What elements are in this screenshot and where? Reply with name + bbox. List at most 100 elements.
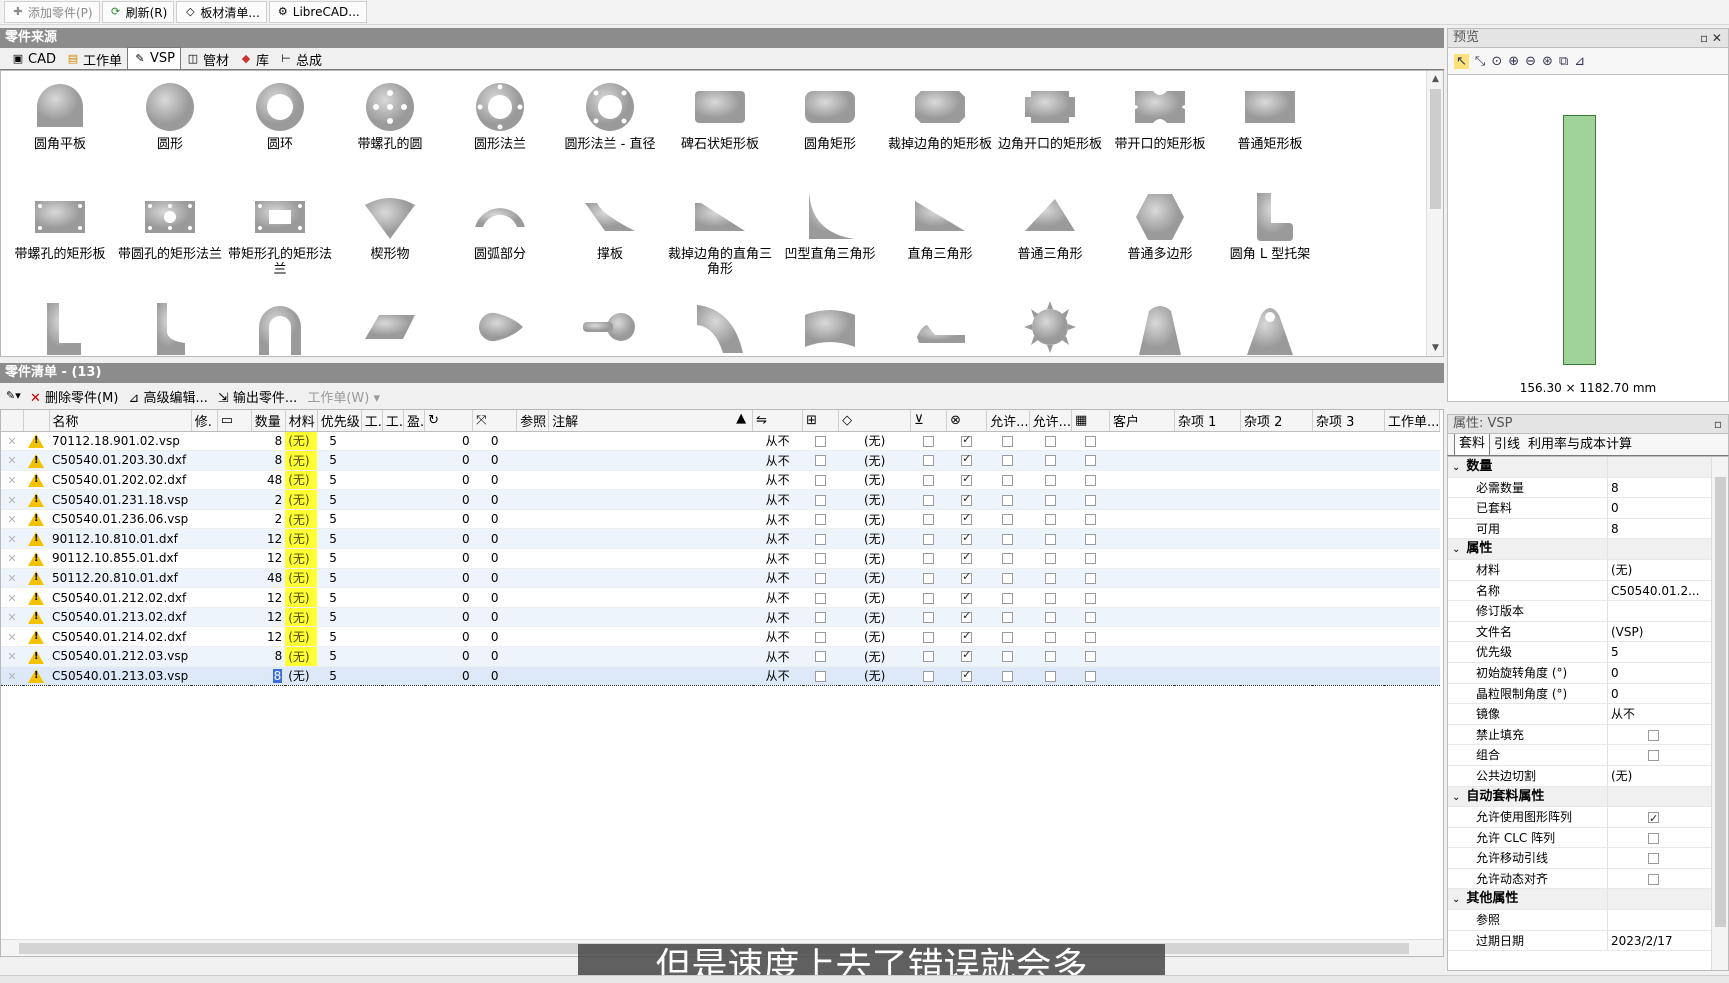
property-row[interactable]: 允许 CLC 阵列 (1448, 827, 1728, 849)
rotation-cell[interactable]: 0 (424, 470, 473, 491)
remove-icon[interactable]: ✕ (7, 592, 16, 605)
qty-cell[interactable]: 48 (251, 568, 286, 589)
mirror-cell[interactable]: 从不 (752, 528, 803, 550)
tab-library[interactable]: ◆ 库 (234, 49, 274, 69)
worksheet-cell[interactable] (1384, 470, 1440, 491)
checkbox[interactable] (815, 572, 827, 584)
checkbox[interactable] (923, 670, 935, 682)
shape-l-curved[interactable] (115, 297, 225, 356)
layer-cell[interactable]: (无) (838, 489, 911, 510)
mirror-cell[interactable]: 从不 (752, 548, 803, 569)
remove-icon[interactable]: ✕ (7, 572, 16, 585)
rotation-cell[interactable]: 0 (424, 489, 473, 510)
checkbox[interactable] (1648, 750, 1659, 762)
t1-cell[interactable] (361, 450, 383, 471)
dim-cell[interactable] (217, 607, 252, 628)
property-scrollbar[interactable] (1711, 457, 1728, 970)
allow2-cell[interactable] (1029, 450, 1072, 471)
t1-cell[interactable] (361, 528, 383, 550)
ref-cell[interactable] (516, 665, 549, 687)
name-cell[interactable]: 90112.10.810.01.dxf (49, 528, 192, 550)
mirror-cell[interactable]: 从不 (752, 470, 803, 491)
checkbox[interactable] (1084, 435, 1096, 447)
checkbox[interactable] (923, 514, 935, 526)
allow1-cell[interactable] (986, 587, 1030, 608)
rotation-cell[interactable]: 0 (424, 646, 473, 667)
qty-cell[interactable]: 2 (251, 489, 286, 510)
col-note[interactable]: 注解 ▲ (548, 410, 754, 432)
combine-cell[interactable] (910, 568, 947, 589)
checkbox[interactable] (923, 474, 935, 486)
checkbox[interactable] (961, 452, 973, 467)
allow2-cell[interactable] (1029, 489, 1072, 510)
rotation-cell[interactable]: 0 (424, 548, 473, 569)
layer-cell[interactable]: (无) (838, 548, 911, 569)
property-row[interactable]: 允许使用图形阵列 (1448, 807, 1728, 828)
tab-leadin[interactable]: 引线 (1490, 435, 1524, 455)
t2-cell[interactable] (382, 528, 404, 550)
add-part-button[interactable]: ✚ 添加零件(P) (4, 1, 100, 23)
rev-cell[interactable] (191, 470, 218, 491)
col-misc2[interactable]: 杂项 2 (1240, 410, 1313, 432)
qty-cell[interactable]: 2 (251, 509, 286, 530)
t3-cell[interactable] (403, 431, 425, 452)
checkbox[interactable] (923, 494, 935, 506)
checkbox[interactable] (1002, 612, 1014, 624)
worksheet-cell[interactable] (1384, 665, 1440, 687)
allow2-cell[interactable] (1029, 607, 1072, 628)
note-cell[interactable] (548, 587, 753, 608)
rev-cell[interactable] (191, 450, 218, 471)
property-row[interactable]: 修订版本 (1448, 601, 1728, 622)
material-cell[interactable]: (无) (285, 665, 318, 687)
shape-sprocket[interactable] (995, 297, 1105, 356)
misc2-cell[interactable] (1240, 509, 1313, 530)
note-cell[interactable] (548, 509, 753, 530)
shape-rect-bolt-holes[interactable]: 带螺孔的矩形板 (5, 187, 115, 297)
t2-cell[interactable] (382, 470, 404, 491)
misc3-cell[interactable] (1312, 665, 1385, 687)
t1-cell[interactable] (361, 665, 383, 687)
checkbox[interactable] (923, 631, 935, 643)
remove-row-cell[interactable]: ✕ (1, 431, 23, 452)
col-misc3[interactable]: 杂项 3 (1312, 410, 1385, 432)
layer-cell[interactable]: (无) (838, 509, 911, 530)
col-array[interactable]: ⊗ (946, 410, 988, 432)
checkbox[interactable] (1084, 455, 1096, 467)
grain-cell[interactable]: 0 (472, 607, 517, 628)
table-row[interactable]: ✕C50540.01.203.30.dxf8(无)500从不(无) (1, 450, 1440, 471)
table-row[interactable]: ✕C50540.01.214.02.dxf12(无)500从不(无) (1, 626, 1440, 648)
extra-cell[interactable] (1071, 450, 1110, 471)
dim-cell[interactable] (217, 548, 252, 569)
remove-icon[interactable]: ✕ (7, 670, 16, 683)
rotation-cell[interactable]: 0 (424, 431, 473, 452)
note-cell[interactable] (548, 450, 753, 471)
checkbox[interactable] (815, 494, 827, 506)
checkbox[interactable] (923, 612, 935, 624)
rotation-cell[interactable]: 0 (424, 607, 473, 628)
rotation-cell[interactable]: 0 (424, 587, 473, 608)
layer-cell[interactable]: (无) (838, 431, 911, 452)
worksheet-cell[interactable] (1384, 450, 1440, 471)
layer-cell[interactable]: (无) (838, 528, 911, 550)
rev-cell[interactable] (191, 431, 218, 452)
worksheet-cell[interactable] (1384, 431, 1440, 452)
fill-cell[interactable] (802, 509, 839, 530)
shape-plain-rect[interactable]: 普通矩形板 (1215, 77, 1325, 187)
checkbox[interactable] (961, 609, 973, 624)
allow1-cell[interactable] (986, 489, 1030, 510)
dim-cell[interactable] (217, 431, 252, 452)
material-cell[interactable]: (无) (285, 548, 318, 569)
array-cell[interactable] (946, 587, 987, 608)
misc2-cell[interactable] (1240, 450, 1313, 471)
misc2-cell[interactable] (1240, 607, 1313, 628)
scroll-down-icon[interactable]: ▼ (1427, 340, 1443, 356)
extra-cell[interactable] (1071, 509, 1110, 530)
property-value[interactable]: (无) (1608, 766, 1728, 786)
property-row[interactable]: 允许动态对齐 (1448, 868, 1728, 890)
grain-cell[interactable]: 0 (472, 568, 517, 589)
scroll-up-icon[interactable]: ▲ (1427, 71, 1443, 87)
misc3-cell[interactable] (1312, 489, 1385, 510)
checkbox[interactable] (961, 511, 973, 526)
note-cell[interactable] (548, 489, 753, 510)
checkbox[interactable] (815, 435, 827, 447)
